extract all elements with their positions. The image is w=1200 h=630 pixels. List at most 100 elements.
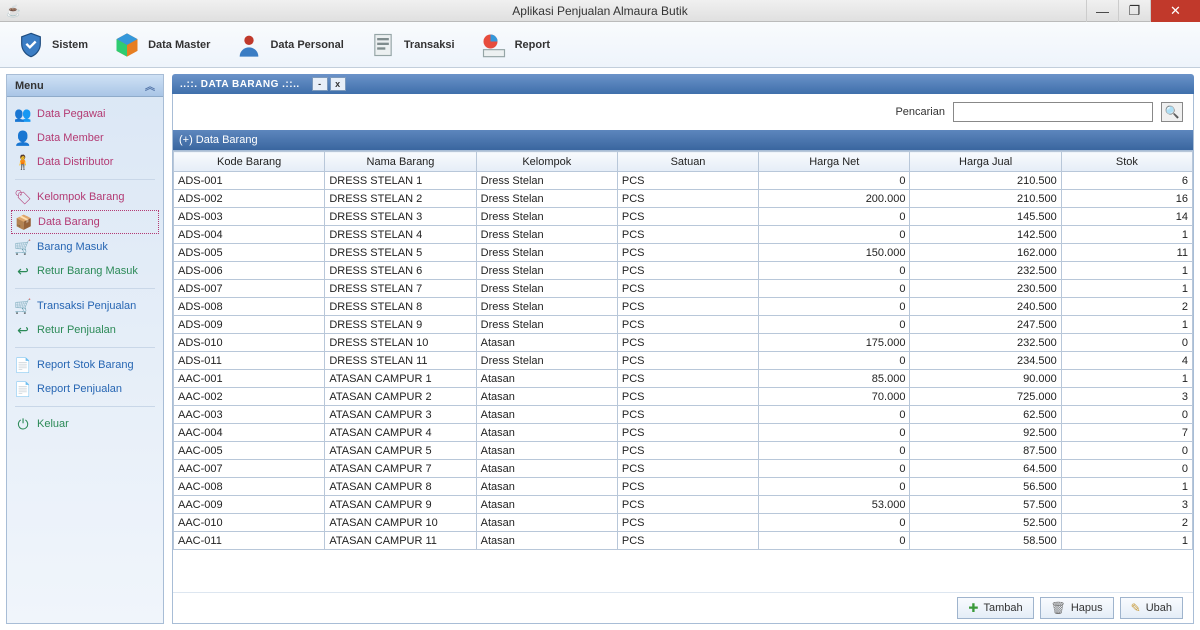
column-header[interactable]: Harga Jual [910,152,1061,172]
sidebar-header[interactable]: Menu ︽ [7,75,163,97]
search-row: Pencarian 🔍 [173,94,1193,130]
table-row[interactable]: AAC-005ATASAN CAMPUR 5AtasanPCS087.5000 [174,442,1193,460]
table-cell: DRESS STELAN 3 [325,208,476,226]
table-row[interactable]: ADS-002DRESS STELAN 2Dress StelanPCS200.… [174,190,1193,208]
table-cell: 200.000 [759,190,910,208]
table-cell: PCS [617,172,758,190]
table-row[interactable]: ADS-003DRESS STELAN 3Dress StelanPCS0145… [174,208,1193,226]
column-header[interactable]: Nama Barang [325,152,476,172]
table-cell: 0 [759,316,910,334]
table-row[interactable]: AAC-008ATASAN CAMPUR 8AtasanPCS056.5001 [174,478,1193,496]
column-header[interactable]: Kelompok [476,152,617,172]
table-cell: 210.500 [910,190,1061,208]
sidebar-item-keluar[interactable]: ⏻Keluar [11,413,159,435]
sidebar-item-retur-barang-masuk[interactable]: ↩Retur Barang Masuk [11,260,159,282]
table-row[interactable]: AAC-011ATASAN CAMPUR 11AtasanPCS058.5001 [174,532,1193,550]
table-row[interactable]: ADS-009DRESS STELAN 9Dress StelanPCS0247… [174,316,1193,334]
table-cell: PCS [617,316,758,334]
search-button[interactable]: 🔍 [1161,102,1183,122]
table-cell: PCS [617,280,758,298]
window-close-button[interactable]: ✕ [1150,0,1200,22]
table-cell: 0 [759,424,910,442]
table-row[interactable]: ADS-001DRESS STELAN 1Dress StelanPCS0210… [174,172,1193,190]
table-cell: ADS-009 [174,316,325,334]
sidebar-separator [15,347,155,348]
table-row[interactable]: ADS-010DRESS STELAN 10AtasanPCS175.00023… [174,334,1193,352]
search-label: Pencarian [895,106,945,118]
table-row[interactable]: ADS-011DRESS STELAN 11Dress StelanPCS023… [174,352,1193,370]
table-row[interactable]: ADS-007DRESS STELAN 7Dress StelanPCS0230… [174,280,1193,298]
table-cell: 150.000 [759,244,910,262]
sidebar-item-report-penjualan[interactable]: 📄Report Penjualan [11,378,159,400]
toolbar-label: Transaksi [404,39,455,51]
sidebar-item-report-stok-barang[interactable]: 📄Report Stok Barang [11,354,159,376]
sidebar-item-data-barang[interactable]: 📦Data Barang [11,210,159,234]
sidebar-item-data-distributor[interactable]: 🧍Data Distributor [11,151,159,173]
sidebar-item-barang-masuk[interactable]: 🛒Barang Masuk [11,236,159,258]
table-row[interactable]: AAC-010ATASAN CAMPUR 10AtasanPCS052.5002 [174,514,1193,532]
table-cell: PCS [617,370,758,388]
sidebar-item-kelompok-barang[interactable]: 🏷Kelompok Barang [11,186,159,208]
add-button[interactable]: ✚ Tambah [957,597,1033,619]
table-row[interactable]: ADS-005DRESS STELAN 5Dress StelanPCS150.… [174,244,1193,262]
sidebar-item-label: Retur Penjualan [37,324,116,336]
table-cell: ATASAN CAMPUR 11 [325,532,476,550]
window-minimize-button[interactable]: — [1086,0,1118,22]
sidebar-item-label: Kelompok Barang [37,191,124,203]
report-icon: 📄 [15,357,31,373]
table-cell: ADS-008 [174,298,325,316]
column-header[interactable]: Kode Barang [174,152,325,172]
inner-minimize-button[interactable]: - [312,77,328,91]
table-cell: 4 [1061,352,1192,370]
table-cell: 0 [759,280,910,298]
edit-button[interactable]: ✎ Ubah [1120,597,1183,619]
search-input[interactable] [953,102,1153,122]
table-cell: 240.500 [910,298,1061,316]
table-cell: 0 [1061,334,1192,352]
table-row[interactable]: AAC-009ATASAN CAMPUR 9AtasanPCS53.00057.… [174,496,1193,514]
sidebar-item-transaksi-penjualan[interactable]: 🛒Transaksi Penjualan [11,295,159,317]
window-maximize-button[interactable]: ❐ [1118,0,1150,22]
table-cell: ADS-005 [174,244,325,262]
delete-button[interactable]: 🗑 Hapus [1040,597,1114,619]
column-header[interactable]: Harga Net [759,152,910,172]
table-row[interactable]: AAC-004ATASAN CAMPUR 4AtasanPCS092.5007 [174,424,1193,442]
table-cell: 85.000 [759,370,910,388]
table-cell: PCS [617,334,758,352]
toolbar-sistem[interactable]: Sistem [6,26,98,64]
table-row[interactable]: ADS-006DRESS STELAN 6Dress StelanPCS0232… [174,262,1193,280]
toolbar-data-master[interactable]: Data Master [102,26,220,64]
table-scroll[interactable]: Kode BarangNama BarangKelompokSatuanHarg… [173,150,1193,592]
sidebar-item-retur-penjualan[interactable]: ↩Retur Penjualan [11,319,159,341]
column-header[interactable]: Stok [1061,152,1192,172]
toolbar-label: Report [515,39,550,51]
table-row[interactable]: ADS-004DRESS STELAN 4Dress StelanPCS0142… [174,226,1193,244]
doc-icon [368,30,398,60]
toolbar-report[interactable]: Report [469,26,560,64]
sidebar-item-data-pegawai[interactable]: 👥Data Pegawai [11,103,159,125]
table-cell: DRESS STELAN 10 [325,334,476,352]
table-cell: 0 [759,262,910,280]
table-cell: DRESS STELAN 2 [325,190,476,208]
inner-close-button[interactable]: x [330,77,346,91]
sidebar-separator [15,406,155,407]
add-label: Tambah [983,602,1022,614]
table-cell: AAC-010 [174,514,325,532]
toolbar-transaksi[interactable]: Transaksi [358,26,465,64]
inner-window-tab: ..::. DATA BARANG .::.. - x [172,74,1194,94]
table-cell: AAC-009 [174,496,325,514]
window-title: Aplikasi Penjualan Almaura Butik [512,4,687,18]
toolbar-data-personal[interactable]: Data Personal [224,26,353,64]
table-cell: ADS-002 [174,190,325,208]
table-cell: Atasan [476,514,617,532]
table-cell: PCS [617,244,758,262]
table-row[interactable]: AAC-003ATASAN CAMPUR 3AtasanPCS062.5000 [174,406,1193,424]
table-row[interactable]: ADS-008DRESS STELAN 8Dress StelanPCS0240… [174,298,1193,316]
box-icon: 📦 [16,214,32,230]
table-row[interactable]: AAC-002ATASAN CAMPUR 2AtasanPCS70.000725… [174,388,1193,406]
sidebar-item-data-member[interactable]: 👤Data Member [11,127,159,149]
table-cell: ATASAN CAMPUR 7 [325,460,476,478]
table-row[interactable]: AAC-001ATASAN CAMPUR 1AtasanPCS85.00090.… [174,370,1193,388]
table-row[interactable]: AAC-007ATASAN CAMPUR 7AtasanPCS064.5000 [174,460,1193,478]
column-header[interactable]: Satuan [617,152,758,172]
